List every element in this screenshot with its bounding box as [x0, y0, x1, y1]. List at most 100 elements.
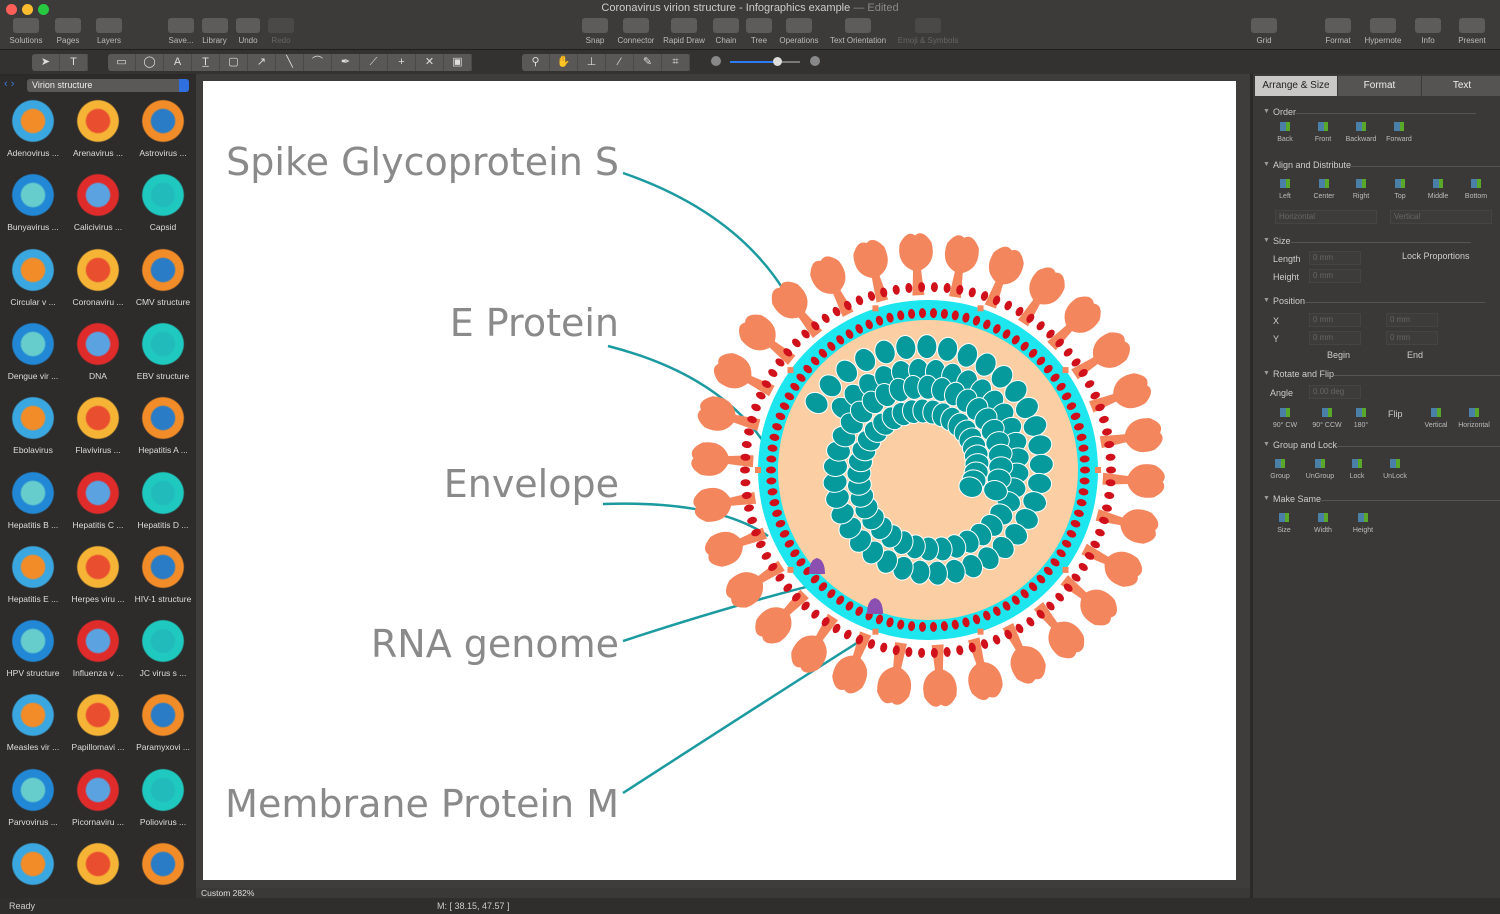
tab-format[interactable]: Format [1338, 76, 1421, 96]
toolbar-present-button[interactable]: Present [1450, 18, 1494, 45]
collapse-triangle-icon[interactable]: ▼ [1263, 297, 1270, 304]
diagram-label-membrane-protein-m[interactable]: Membrane Protein M [225, 782, 619, 826]
stamp-tool-icon[interactable]: ⊥ [578, 54, 606, 71]
width-button[interactable]: Width [1303, 513, 1343, 534]
value-field[interactable]: 0.00 deg [1309, 385, 1361, 399]
bottom-button[interactable]: Bottom [1456, 179, 1496, 200]
library-item[interactable]: Dengue vir ... [0, 319, 66, 391]
toolbar-library-button[interactable]: Library [198, 18, 231, 45]
library-item[interactable]: Arenavirus ... [65, 96, 131, 168]
back-button[interactable]: Back [1265, 122, 1305, 143]
zoom-level[interactable]: Custom 282% [201, 888, 254, 898]
zoom-slider[interactable] [730, 57, 800, 66]
library-item[interactable]: Coronaviru ... [65, 245, 131, 317]
value-field[interactable]: 0 mm [1309, 251, 1361, 265]
pen-tool-icon[interactable]: ✒ [332, 54, 360, 71]
textbox-tool-icon[interactable]: T̲ [192, 54, 220, 71]
lock-button[interactable]: Lock [1337, 459, 1377, 480]
tab-arrange-size[interactable]: Arrange & Size [1255, 76, 1337, 96]
line-tool-icon[interactable]: ╲ [276, 54, 304, 71]
toolbar-save-button[interactable]: Save... [165, 18, 197, 45]
ungroup-button[interactable]: UnGroup [1300, 459, 1340, 480]
library-item[interactable]: Parvovirus ... [0, 765, 66, 837]
toolbar-operations-button[interactable]: Operations [776, 18, 822, 45]
collapse-triangle-icon[interactable]: ▼ [1263, 161, 1270, 168]
library-item[interactable]: Hepatitis C ... [65, 468, 131, 540]
left-button[interactable]: Left [1265, 179, 1305, 200]
collapse-triangle-icon[interactable]: ▼ [1263, 495, 1270, 502]
library-item[interactable]: Papillomavi ... [65, 690, 131, 762]
right-button[interactable]: Right [1341, 179, 1381, 200]
library-select[interactable]: Virion structure [27, 79, 189, 92]
drawing-canvas[interactable]: Spike Glycoprotein S E Protein Envelope RNA… [203, 81, 1236, 880]
library-item[interactable]: Calicivirus ... [65, 170, 131, 242]
ellipse-tool-icon[interactable]: ◯ [136, 54, 164, 71]
zoom-out-icon[interactable] [711, 56, 721, 66]
library-item[interactable]: Hepatitis D ... [130, 468, 196, 540]
callout-tool-icon[interactable]: ▢ [220, 54, 248, 71]
toolbar-snap-button[interactable]: Snap [580, 18, 610, 45]
hand-tool-icon[interactable]: ✋ [550, 54, 578, 71]
bezier-tool-icon[interactable]: ⟋ [360, 54, 388, 71]
180-button[interactable]: 180° [1341, 408, 1381, 429]
toolbar-redo-button[interactable]: Redo [266, 18, 296, 45]
library-item[interactable]: Flavivirus ... [65, 393, 131, 465]
value-field[interactable]: Horizontal [1275, 210, 1377, 224]
toolbar-layers-button[interactable]: Layers [88, 18, 130, 45]
library-item[interactable]: Influenza v ... [65, 616, 131, 688]
library-item[interactable]: Hepatitis A ... [130, 393, 196, 465]
library-item[interactable]: Herpes viru ... [65, 542, 131, 614]
pointer-tool-icon[interactable]: ➤ [32, 54, 60, 71]
tab-text[interactable]: Text [1422, 76, 1500, 96]
toolbar-chain-button[interactable]: Chain [710, 18, 742, 45]
library-item[interactable]: Bunyavirus ... [0, 170, 66, 242]
library-item[interactable]: Hepatitis E ... [0, 542, 66, 614]
library-item[interactable]: Measles vir ... [0, 690, 66, 762]
library-item[interactable]: Hepatitis B ... [0, 468, 66, 540]
backward-button[interactable]: Backward [1341, 122, 1381, 143]
diagram-label-e-protein[interactable]: E Protein [450, 301, 619, 345]
diagram-label-rna-genome[interactable]: RNA genome [371, 622, 619, 666]
front-button[interactable]: Front [1303, 122, 1343, 143]
library-item[interactable]: Ebolavirus [0, 393, 66, 465]
toolbar-text-orientation-button[interactable]: Text Orientation [825, 18, 891, 45]
collapse-triangle-icon[interactable]: ▼ [1263, 237, 1270, 244]
toolbar-hypernote-button[interactable]: Hypernote [1360, 18, 1406, 45]
collapse-triangle-icon[interactable]: ▼ [1263, 370, 1270, 377]
library-item[interactable]: CMV structure [130, 245, 196, 317]
library-item[interactable]: HPV structure [0, 616, 66, 688]
group-button[interactable]: Group [1260, 459, 1300, 480]
size-button[interactable]: Size [1264, 513, 1304, 534]
middle-button[interactable]: Middle [1418, 179, 1458, 200]
format-painter-icon[interactable]: ✎ [634, 54, 662, 71]
library-item[interactable]: Capsid [130, 170, 196, 242]
arrow-tool-icon[interactable]: ↗ [248, 54, 276, 71]
horizontal-button[interactable]: Horizontal [1454, 408, 1494, 429]
toolbar-info-button[interactable]: Info [1406, 18, 1450, 45]
library-item[interactable]: HIV-1 structure [130, 542, 196, 614]
eyedropper-icon[interactable]: ⁄ [606, 54, 634, 71]
toolbar-pages-button[interactable]: Pages [48, 18, 88, 45]
value-field[interactable]: 0 mm [1309, 269, 1361, 283]
text-tool-icon[interactable]: A [164, 54, 192, 71]
unlock-button[interactable]: UnLock [1375, 459, 1415, 480]
library-item[interactable]: Adenovirus ... [0, 96, 66, 168]
arc-tool-icon[interactable]: ⌒ [304, 54, 332, 71]
vertical-button[interactable]: Vertical [1416, 408, 1456, 429]
toolbar-solutions-button[interactable]: Solutions [6, 18, 46, 45]
toolbar-connector-button[interactable]: Connector [612, 18, 660, 45]
library-item[interactable]: Poliovirus ... [130, 765, 196, 837]
remove-point-icon[interactable]: ✕ [416, 54, 444, 71]
value-field[interactable]: 0 mm [1386, 331, 1438, 345]
library-item[interactable]: Picornaviru ... [65, 765, 131, 837]
collapse-triangle-icon[interactable]: ▼ [1263, 441, 1270, 448]
top-button[interactable]: Top [1380, 179, 1420, 200]
crop-tool-icon[interactable]: ⌗ [662, 54, 690, 71]
height-button[interactable]: Height [1343, 513, 1383, 534]
library-item[interactable]: Paramyxovi ... [130, 690, 196, 762]
add-point-icon[interactable]: + [388, 54, 416, 71]
90-cw-button[interactable]: 90° CW [1265, 408, 1305, 429]
container-tool-icon[interactable]: ▣ [444, 54, 472, 71]
text-select-tool-icon[interactable]: T [60, 54, 88, 71]
toolbar-format-button[interactable]: Format [1316, 18, 1360, 45]
